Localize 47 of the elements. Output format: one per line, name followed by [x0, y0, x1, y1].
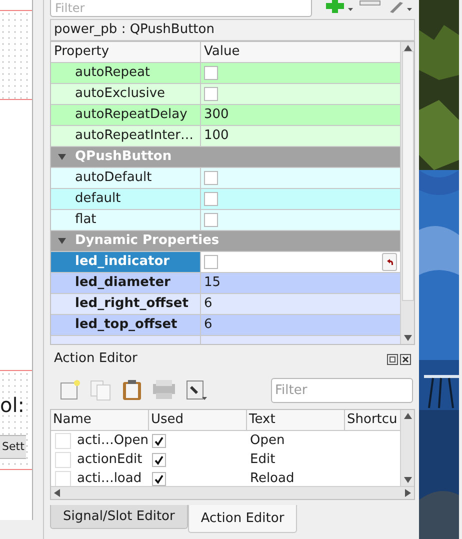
object-label: power_pb : QPushButton — [50, 19, 415, 41]
property-row[interactable]: autoRepeat — [51, 63, 400, 84]
column-header[interactable]: Value — [201, 42, 400, 62]
column-header[interactable]: Shortcu — [345, 410, 400, 430]
tab[interactable]: Action Editor — [188, 505, 298, 533]
panel-title: Action Editor — [54, 350, 138, 368]
property-value: 15 — [204, 274, 221, 292]
column-header[interactable]: Property — [51, 42, 201, 62]
property-value: 6 — [204, 295, 212, 314]
property-name: flat — [51, 210, 201, 230]
action-name[interactable]: acti…Open — [77, 430, 149, 450]
action-text: Edit — [250, 452, 276, 467]
property-row[interactable]: flat — [51, 210, 400, 231]
action-text: Reload — [250, 470, 294, 486]
action-text: Open — [250, 432, 285, 448]
tab[interactable]: Signal/Slot Editor — [50, 505, 188, 529]
property-name: led_right_offset — [51, 294, 201, 314]
property-row[interactable]: led_diameter 15 — [51, 273, 400, 294]
property-value: 100 — [204, 127, 229, 146]
filter-field[interactable]: Filter — [50, 0, 312, 17]
property-row[interactable]: autoRepeatInter… 100 — [51, 126, 400, 147]
action-name[interactable]: acti…load — [77, 468, 142, 486]
property-name: autoRepeat — [51, 63, 201, 83]
column-header[interactable]: Used — [149, 410, 247, 430]
property-row[interactable]: default — [51, 189, 400, 210]
property-row[interactable]: autoDefault — [51, 168, 400, 189]
column-header[interactable]: Name — [51, 410, 149, 430]
property-name: led_diameter — [51, 273, 201, 293]
widget-label: ol: — [0, 393, 26, 417]
filter-field[interactable]: Filter — [271, 378, 413, 402]
column-header[interactable]: Text — [247, 410, 345, 430]
property-value: 300 — [204, 106, 229, 124]
property-value: 6 — [204, 316, 212, 334]
property-name: autoExclusive — [51, 84, 201, 104]
property-name: led_top_offset — [51, 315, 201, 335]
property-name: default — [51, 189, 201, 209]
property-row[interactable]: led_top_offset 6 — [51, 315, 400, 336]
property-row[interactable]: led_right_offset 6 — [51, 294, 400, 315]
property-row[interactable]: led_indicator — [51, 252, 400, 273]
action-name[interactable]: actionEdit — [77, 450, 142, 470]
property-name: autoRepeatInter… — [51, 126, 201, 146]
property-name: led_indicator — [51, 252, 201, 272]
widget-button[interactable]: Sett — [0, 435, 26, 459]
property-name: autoRepeatDelay — [51, 105, 201, 125]
property-name: autoDefault — [51, 168, 201, 188]
property-row[interactable]: autoExclusive — [51, 84, 400, 105]
property-row[interactable]: autoRepeatDelay 300 — [51, 105, 400, 126]
